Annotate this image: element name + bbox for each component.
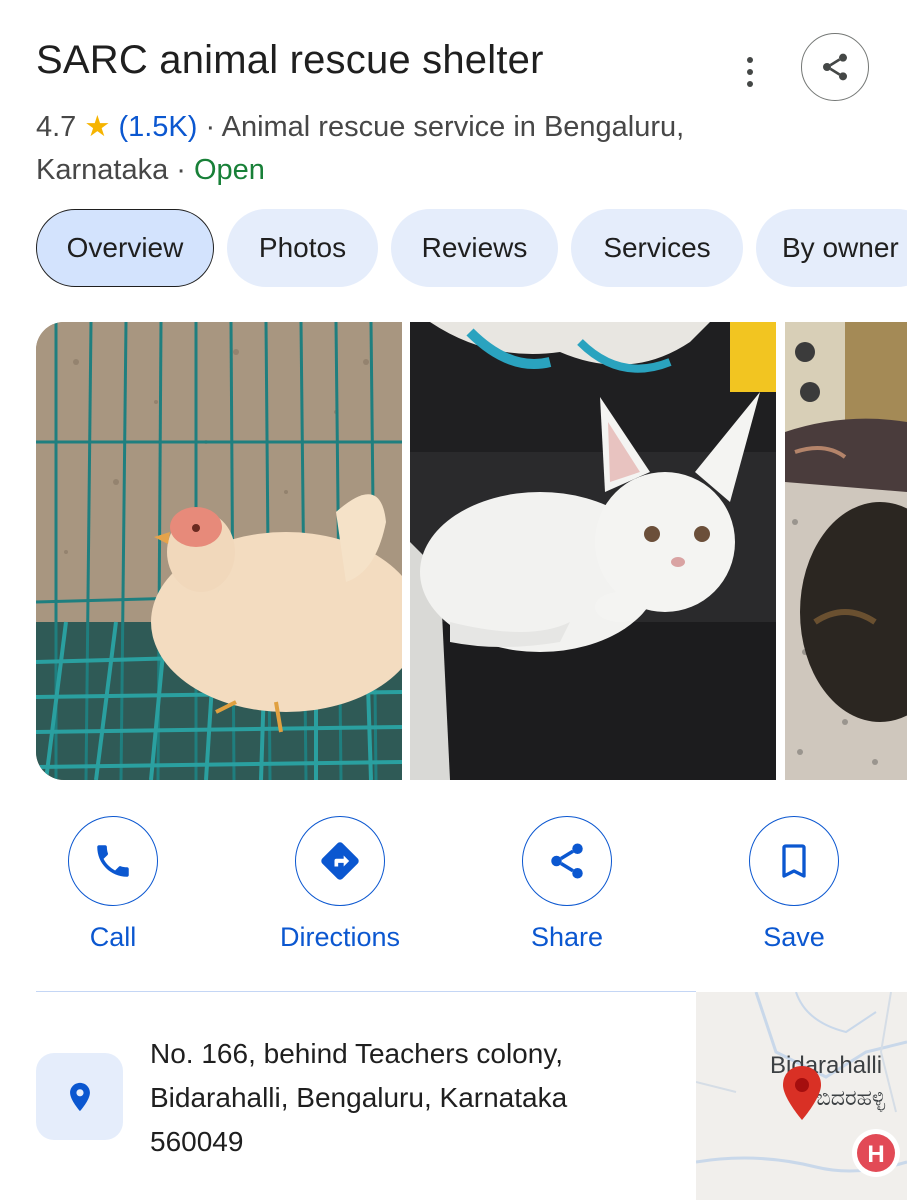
place-summary: 4.7 ★ (1.5K) · Animal rescue service in … — [36, 106, 776, 192]
share-icon — [551, 843, 583, 879]
star-icon: ★ — [84, 111, 111, 143]
call-label: Call — [89, 922, 137, 952]
hospital-marker-label: H — [867, 1141, 884, 1168]
hospital-marker-icon: H — [852, 1129, 900, 1177]
phone-icon — [97, 845, 129, 877]
call-button[interactable]: Call — [13, 816, 213, 953]
more-options-icon[interactable] — [730, 50, 770, 94]
tab-services[interactable]: Services — [571, 209, 743, 287]
address-line: No. 166, behind Teachers colony, — [150, 1038, 564, 1069]
save-button[interactable]: Save — [694, 816, 894, 953]
share-button[interactable]: Share — [467, 816, 667, 953]
map-thumbnail[interactable]: Bidarahalli ಬಿದರಹಳ್ಳಿ H — [696, 992, 907, 1200]
review-count-link[interactable]: (1.5K) — [118, 111, 197, 143]
location-icon-box — [36, 1053, 123, 1140]
address-line: 560049 — [150, 1126, 244, 1157]
directions-icon — [321, 842, 359, 880]
address-text[interactable]: No. 166, behind Teachers colony, Bidarah… — [150, 1032, 690, 1164]
tab-reviews[interactable]: Reviews — [391, 209, 558, 287]
action-buttons-row: Call Directions Share Save — [0, 816, 907, 966]
section-divider — [36, 991, 696, 992]
rating-value: 4.7 — [36, 111, 77, 143]
place-title: SARC animal rescue shelter — [36, 38, 544, 82]
separator: · — [168, 154, 194, 186]
tab-photos[interactable]: Photos — [227, 209, 378, 287]
photo-cat[interactable] — [785, 322, 907, 780]
tab-by-owner[interactable]: By owner — [756, 209, 907, 287]
directions-button[interactable]: Directions — [240, 816, 440, 953]
photo-kitten[interactable] — [410, 322, 776, 780]
share-icon — [823, 53, 847, 81]
tab-bar: Overview Photos Reviews Services By owne… — [36, 209, 907, 287]
photo-hen[interactable] — [36, 322, 402, 780]
tab-overview[interactable]: Overview — [36, 209, 214, 287]
share-button-top[interactable] — [801, 33, 869, 101]
bookmark-icon — [782, 844, 806, 878]
separator: · — [197, 111, 222, 143]
open-status: Open — [193, 154, 265, 186]
location-pin-icon — [69, 1082, 90, 1111]
directions-label: Directions — [279, 922, 401, 952]
photo-carousel[interactable] — [36, 322, 907, 780]
map-place-label-kannada: ಬಿದರಹಳ್ಳಿ — [816, 1086, 886, 1113]
share-label: Share — [530, 922, 604, 952]
place-details-panel: SARC animal rescue shelter 4.7 ★ (1.5K) … — [0, 0, 907, 1200]
save-label: Save — [763, 922, 825, 952]
address-line: Bidarahalli, Bengaluru, Karnataka — [150, 1082, 568, 1113]
